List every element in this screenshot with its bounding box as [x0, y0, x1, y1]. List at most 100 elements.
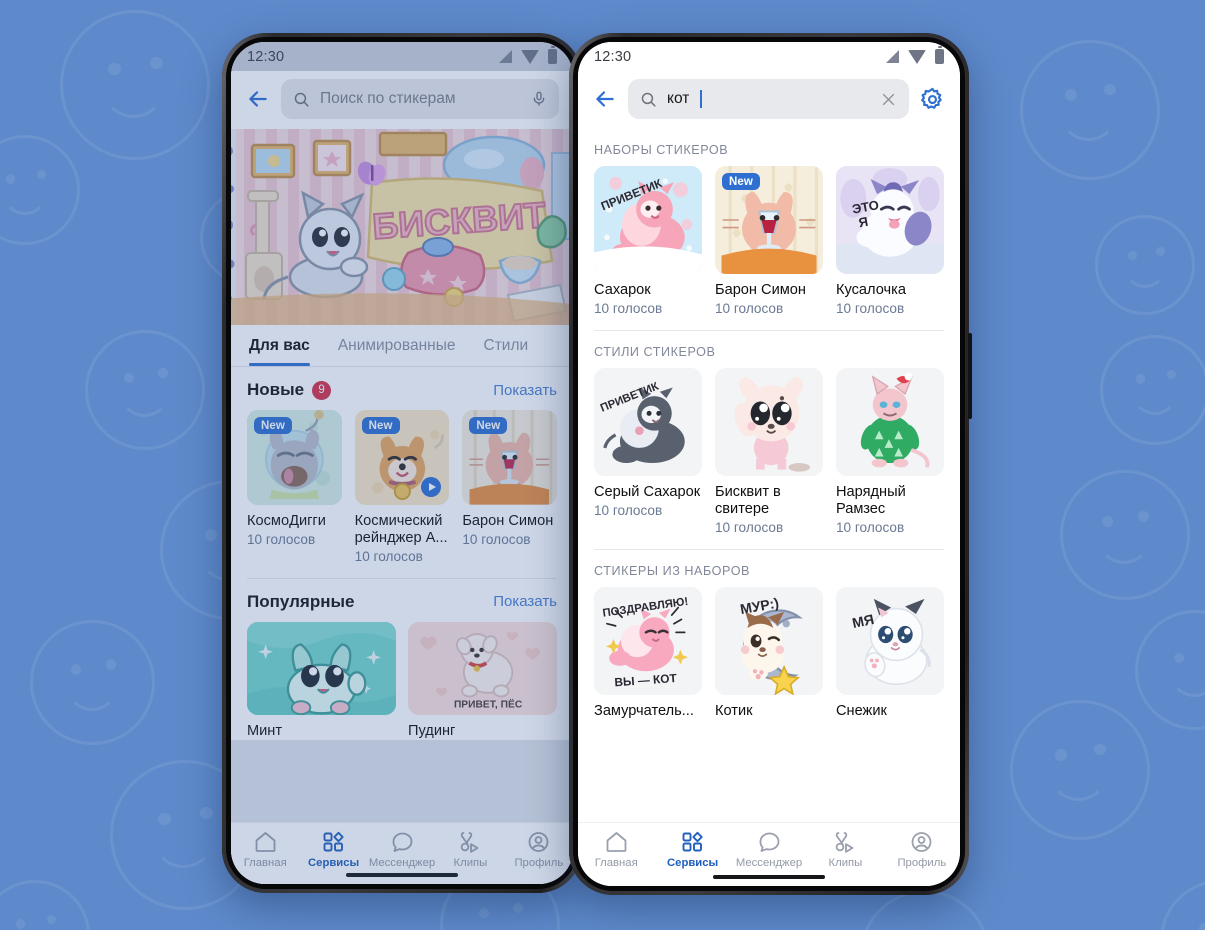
pack-thumbnail: New: [354, 410, 450, 505]
right-status-bar: 12:30: [578, 42, 960, 71]
sticker-pack-card[interactable]: New Космический рейнджер А... 10 голосов: [354, 410, 450, 564]
kusalochka-art: ЭТО Я: [836, 166, 944, 274]
pack-thumbnail: New: [247, 410, 342, 505]
new-badge: New: [254, 417, 292, 434]
sticker-card[interactable]: ПОЗДРАВЛЯЮ! ВЫ — КОТ Замурчатель...: [594, 587, 702, 720]
sticker-card[interactable]: МУР:) Котик: [715, 587, 823, 720]
pack-title: Минт: [247, 722, 283, 739]
left-tabs: Для вас Анимированные Стили: [231, 325, 573, 367]
chat-bubble-icon: [759, 832, 779, 852]
pack-title: Барон Симон: [462, 512, 554, 529]
left-phone-screen: 12:30 Поиск по стикерам БИСКВИТ Для вас …: [231, 42, 573, 884]
services-grid-icon: [323, 831, 344, 852]
smiley-face-icon: [85, 330, 205, 450]
sticker-title: Снежик: [836, 703, 887, 719]
pack-title: Бисквит в свитере: [715, 484, 781, 517]
left-phone-device: 12:30 Поиск по стикерам БИСКВИТ Для вас …: [222, 33, 585, 893]
pack-title: Кусалочка: [836, 282, 906, 298]
nav-item-profil[interactable]: Профиль: [505, 830, 573, 884]
sticker-pack-card[interactable]: New Барон Симон 10 голосов: [715, 166, 823, 316]
novye-grid: New КосмоДигги 10 голосов New Космически…: [231, 410, 573, 564]
gear-icon[interactable]: [919, 86, 946, 113]
back-arrow-icon[interactable]: [592, 86, 618, 112]
right-phone-side-button[interactable]: [968, 333, 972, 419]
section-header-populyarnye: Популярные Показать: [231, 578, 573, 622]
show-all-link[interactable]: Показать: [493, 382, 557, 399]
pack-votes: 10 голосов: [354, 548, 423, 564]
search-input[interactable]: Поиск по стикерам: [281, 79, 559, 119]
search-placeholder-text: Поиск по стикерам: [320, 90, 456, 107]
sticker-pack-card[interactable]: New Барон Симон 10 голосов: [462, 410, 557, 564]
pack-votes: 10 голосов: [836, 520, 905, 535]
left-status-bar: 12:30: [231, 42, 573, 71]
section-header-novye: Новые 9 Показать: [231, 367, 573, 410]
smiley-face-icon: [0, 135, 80, 245]
nav-item-glavnaya[interactable]: Главная: [231, 830, 299, 884]
pack-title: КосмоДигги: [247, 512, 326, 529]
sticker-pack-card[interactable]: New КосмоДигги 10 голосов: [247, 410, 342, 564]
pack-votes: 10 голосов: [594, 503, 663, 518]
sticker-pack-card[interactable]: Минт: [247, 621, 396, 740]
tab-dlya-vas[interactable]: Для вас: [249, 325, 310, 366]
status-time: 12:30: [594, 48, 632, 65]
nav-label: Мессенджер: [368, 857, 436, 869]
clips-icon: [460, 832, 479, 853]
nav-label: Сервисы: [667, 857, 719, 869]
sticker-pack-card[interactable]: Нарядный Рамзес 10 голосов: [836, 368, 944, 535]
snezhik-art: МЯ: [836, 587, 944, 695]
microphone-icon[interactable]: [531, 89, 547, 109]
left-search-row: Поиск по стикерам: [231, 71, 573, 129]
profile-avatar-icon: [911, 832, 932, 852]
close-x-icon[interactable]: [880, 91, 897, 108]
left-content-body: Новые 9 Показать New КосмоДигги 10 голос…: [231, 367, 573, 740]
pack-thumbnail: ПРИВЕТ, ПЁС: [408, 621, 557, 715]
biskvit-v-svitere-art: [715, 368, 823, 476]
featured-banner[interactable]: БИСКВИТ: [231, 129, 573, 325]
status-time: 12:30: [247, 48, 285, 65]
zamurchatelno-art: ПОЗДРАВЛЯЮ! ВЫ — КОТ: [594, 587, 702, 695]
sticker-title: Замурчатель...: [594, 703, 694, 719]
pack-thumbnail: [836, 368, 944, 476]
home-icon: [255, 832, 276, 852]
home-indicator: [713, 875, 825, 879]
nav-label: Клипы: [453, 857, 488, 869]
puding-art: ПРИВЕТ, ПЁС: [408, 621, 557, 715]
pack-title: Пудинг: [408, 722, 456, 739]
svg-text:ПРИВЕТ, ПЁС: ПРИВЕТ, ПЁС: [454, 697, 523, 710]
pack-votes: 10 голосов: [715, 301, 784, 316]
signal-icon: [499, 50, 512, 63]
search-input[interactable]: кот: [628, 79, 909, 119]
nav-item-profil[interactable]: Профиль: [884, 830, 960, 886]
sticker-pack-card[interactable]: Бисквит в свитере 10 голосов: [715, 368, 823, 535]
sticker-pack-card[interactable]: ПРИВЕТИК Серый Сахарок 10 голосов: [594, 368, 702, 535]
back-arrow-icon[interactable]: [245, 86, 271, 112]
sticker-pack-card[interactable]: ПРИВЕТИК Сахарок 10 голосов: [594, 166, 702, 316]
show-all-link[interactable]: Показать: [493, 593, 557, 610]
tab-animirovannye[interactable]: Анимированные: [338, 325, 456, 366]
new-badge: New: [469, 417, 508, 434]
naryadnyy-ramzes-art: [836, 368, 944, 476]
play-icon[interactable]: [421, 476, 442, 497]
tab-stili[interactable]: Стили: [484, 325, 529, 366]
status-icons: [886, 46, 944, 64]
sticker-pack-card[interactable]: ПРИВЕТ, ПЁС Пудинг: [408, 621, 557, 740]
pack-thumbnail: New: [462, 410, 557, 505]
smiley-face-icon: [60, 10, 210, 160]
pack-title: Барон Симон: [715, 282, 806, 298]
sticker-card[interactable]: МЯ Снежик: [836, 587, 944, 720]
tab-label: Стили: [483, 337, 529, 354]
right-search-row: кот: [578, 71, 960, 129]
section-header-stikery-iz-naborov: СТИКЕРЫ ИЗ НАБОРОВ: [594, 564, 750, 578]
nav-label: Клипы: [828, 857, 863, 869]
smiley-face-icon: [1135, 610, 1205, 730]
pack-title: Сахарок: [594, 282, 651, 298]
right-phone-device: 12:30 кот НАБОРЫ СТИКЕРОВ ПРИВЕТИК Сахар…: [569, 33, 972, 895]
sticker-pack-card[interactable]: ЭТО Я Кусалочка 10 голосов: [836, 166, 944, 316]
section-title: Популярные: [247, 591, 355, 611]
home-icon: [606, 832, 627, 852]
sticker-thumbnail: ПОЗДРАВЛЯЮ! ВЫ — КОТ: [594, 587, 702, 695]
smiley-face-icon: [1010, 700, 1150, 840]
new-badge: New: [361, 417, 400, 434]
stili-grid: ПРИВЕТИК Серый Сахарок 10 голосов Бискви…: [578, 368, 960, 535]
nav-item-glavnaya[interactable]: Главная: [578, 830, 654, 886]
